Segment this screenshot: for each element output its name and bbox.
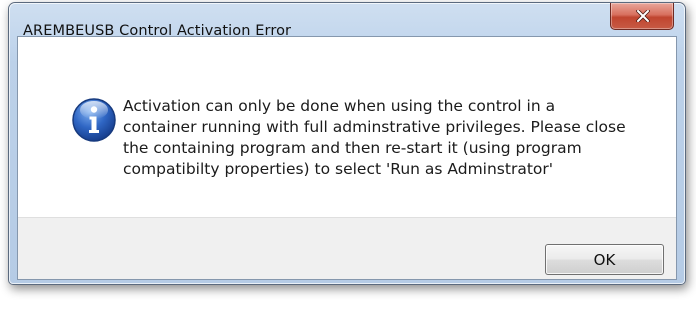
button-bar: OK: [18, 217, 676, 279]
close-button[interactable]: [610, 3, 674, 30]
title-bar[interactable]: AREMBEUSB Control Activation Error: [9, 3, 685, 39]
information-icon: [72, 98, 116, 142]
error-message: Activation can only be done when using t…: [123, 97, 626, 178]
dialog-body: Activation can only be done when using t…: [17, 36, 677, 280]
ok-button[interactable]: OK: [545, 244, 664, 275]
close-icon: [636, 10, 650, 22]
message-area: Activation can only be done when using t…: [18, 37, 676, 217]
dialog-window: AREMBEUSB Control Activation Error Activ…: [8, 2, 686, 285]
